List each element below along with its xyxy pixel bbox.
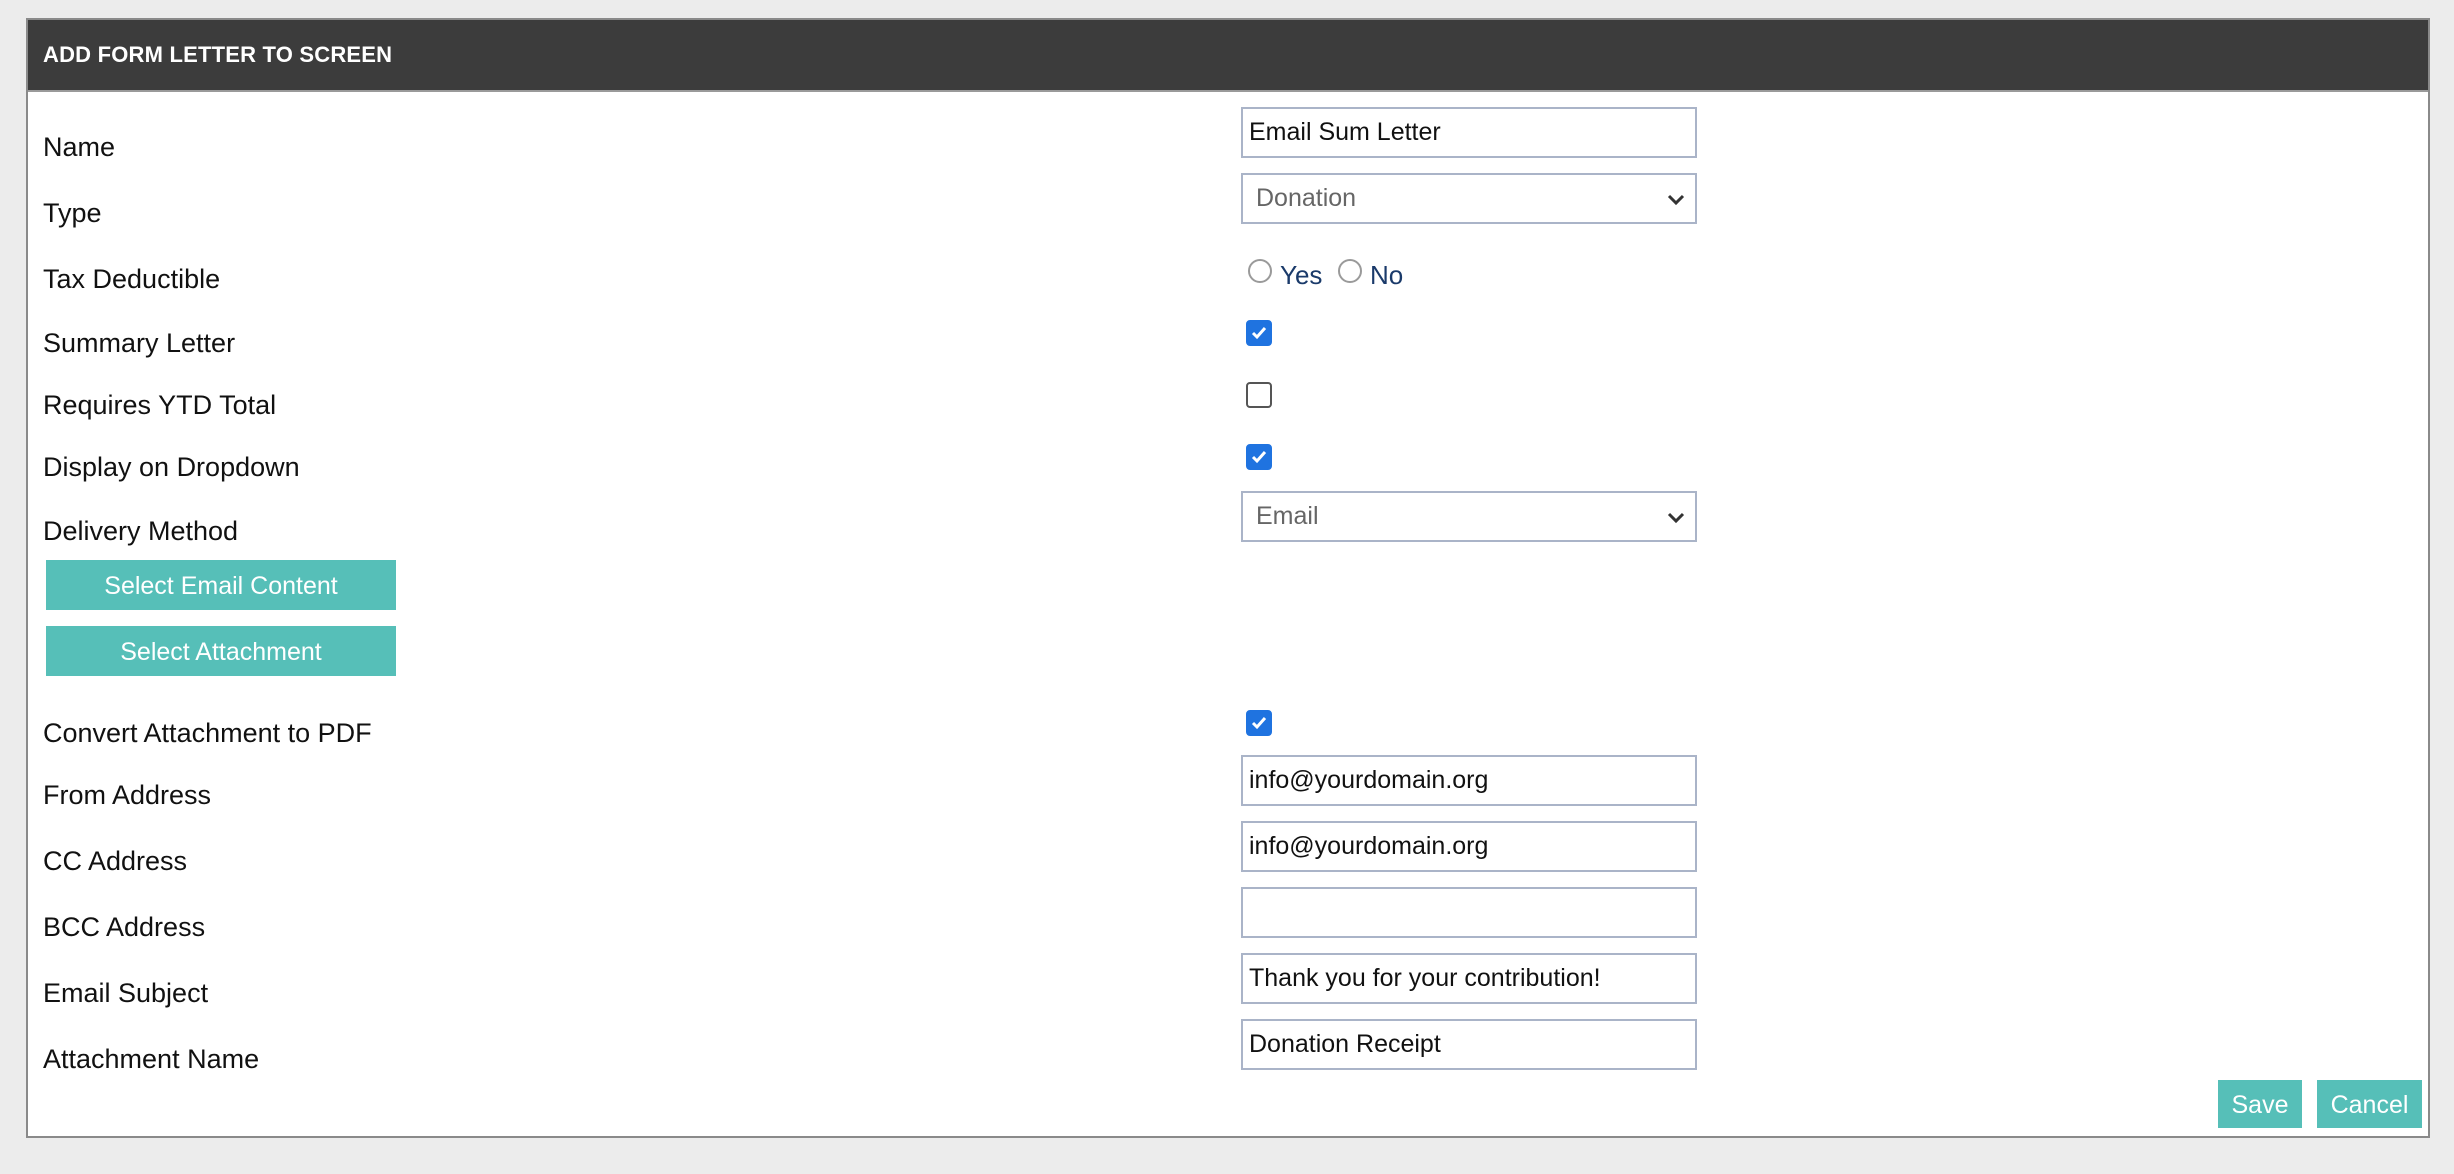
form-letter-dialog: ADD FORM LETTER TO SCREEN Name Type Dona… <box>26 18 2430 1138</box>
type-select[interactable]: Donation <box>1241 173 1697 224</box>
delivery-method-select[interactable]: Email <box>1241 491 1697 542</box>
tax-deductible-yes-radio[interactable] <box>1248 259 1272 283</box>
summary-letter-label: Summary Letter <box>43 328 236 358</box>
save-button[interactable]: Save <box>2218 1080 2302 1128</box>
name-input[interactable] <box>1241 107 1697 158</box>
tax-deductible-label: Tax Deductible <box>43 264 221 294</box>
convert-attachment-pdf-checkbox[interactable] <box>1246 710 1272 736</box>
attachment-name-input[interactable] <box>1241 1019 1697 1070</box>
email-subject-input[interactable] <box>1241 953 1697 1004</box>
chevron-down-icon <box>1667 194 1685 206</box>
select-email-content-button[interactable]: Select Email Content <box>46 560 396 610</box>
display-on-dropdown-checkbox[interactable] <box>1246 444 1272 470</box>
bcc-address-label: BCC Address <box>43 912 206 942</box>
type-label: Type <box>43 198 102 228</box>
email-subject-label: Email Subject <box>43 978 209 1008</box>
delivery-method-select-value: Email <box>1256 502 1319 530</box>
name-label: Name <box>43 132 116 162</box>
tax-deductible-no-radio[interactable] <box>1338 259 1362 283</box>
requires-ytd-total-checkbox[interactable] <box>1246 382 1272 408</box>
convert-attachment-pdf-label: Convert Attachment to PDF <box>43 718 372 748</box>
dialog-title: ADD FORM LETTER TO SCREEN <box>43 42 393 67</box>
from-address-label: From Address <box>43 780 212 810</box>
attachment-name-label: Attachment Name <box>43 1044 260 1074</box>
display-on-dropdown-label: Display on Dropdown <box>43 452 300 482</box>
select-attachment-button[interactable]: Select Attachment <box>46 626 396 676</box>
chevron-down-icon <box>1667 512 1685 524</box>
checkmark-icon <box>1251 717 1267 730</box>
dialog-header: ADD FORM LETTER TO SCREEN <box>28 20 2428 92</box>
delivery-method-label: Delivery Method <box>43 516 239 546</box>
checkmark-icon <box>1251 451 1267 464</box>
tax-deductible-no-label[interactable]: No <box>1370 260 1403 291</box>
cc-address-input[interactable] <box>1241 821 1697 872</box>
checkmark-icon <box>1251 327 1267 340</box>
bcc-address-input[interactable] <box>1241 887 1697 938</box>
type-select-value: Donation <box>1256 184 1357 212</box>
summary-letter-checkbox[interactable] <box>1246 320 1272 346</box>
tax-deductible-yes-label[interactable]: Yes <box>1280 260 1322 291</box>
from-address-input[interactable] <box>1241 755 1697 806</box>
cancel-button[interactable]: Cancel <box>2317 1080 2422 1128</box>
cc-address-label: CC Address <box>43 846 188 876</box>
requires-ytd-total-label: Requires YTD Total <box>43 390 277 420</box>
